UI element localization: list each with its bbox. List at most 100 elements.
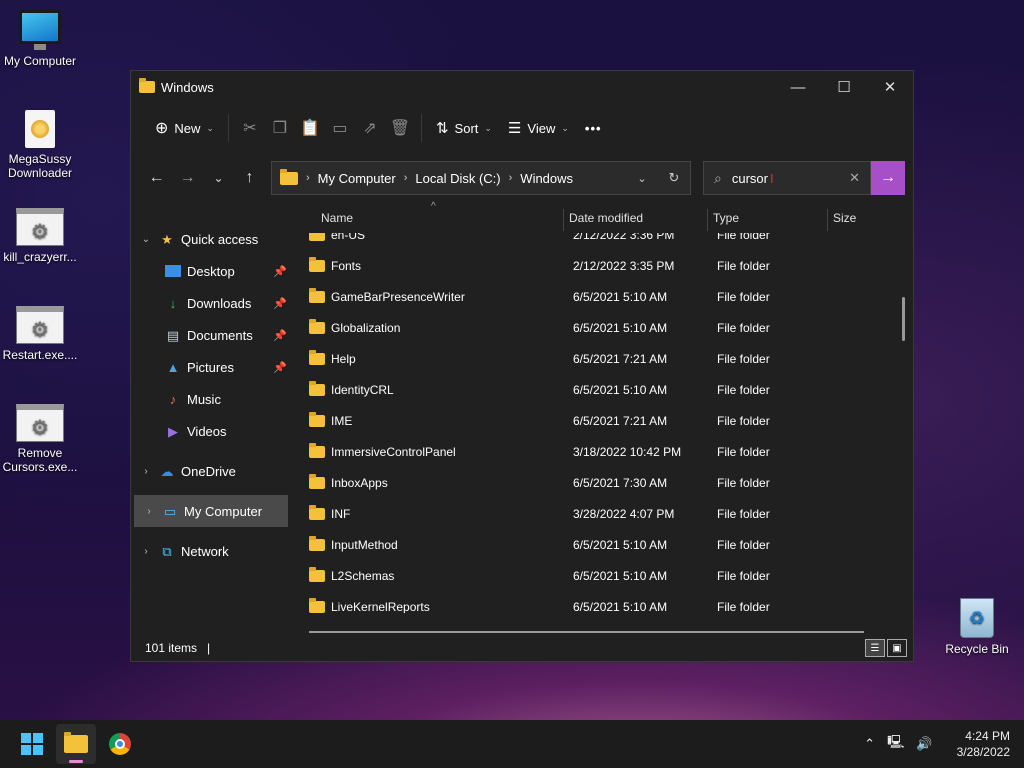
search-input[interactable]: ⌕ cursor I ✕ (703, 161, 871, 195)
tiles-view-icon[interactable]: ▣ (887, 639, 907, 657)
table-row[interactable]: INF 3/28/2022 4:07 PM File folder (291, 498, 913, 529)
minimize-button[interactable]: — (775, 71, 821, 103)
close-button[interactable]: ✕ (867, 71, 913, 103)
show-hidden-icons-chevron-icon[interactable]: ⌃ (864, 736, 875, 752)
maximize-button[interactable]: ☐ (821, 71, 867, 103)
table-row[interactable]: IdentityCRL 6/5/2021 5:10 AM File folder (291, 374, 913, 405)
clear-search-icon[interactable]: ✕ (849, 170, 860, 186)
sidebar-item-documents[interactable]: ▤ Documents 📌 (131, 319, 291, 351)
sidebar-item-downloads[interactable]: ↓ Downloads 📌 (131, 287, 291, 319)
new-button[interactable]: ⊕ New ⌄ (147, 112, 222, 144)
sidebar-item-my-computer[interactable]: › ▭ My Computer (134, 495, 288, 527)
desktop-icon-megasussy-downloader[interactable]: MegaSussy Downloader (0, 110, 80, 180)
column-header-name[interactable]: Name (321, 203, 353, 233)
file-type: File folder (717, 413, 770, 428)
column-header-type[interactable]: Type (713, 203, 739, 233)
view-button[interactable]: ☰ View ⌄ (500, 112, 577, 144)
navigation-bar: ← → ⌄ ↑ › My Computer › Local Disk (C:) … (131, 153, 913, 203)
chevron-right-icon[interactable]: › (139, 466, 153, 477)
refresh-icon[interactable]: ↻ (658, 170, 690, 186)
folder-icon (309, 233, 325, 241)
sidebar-item-label: Music (187, 391, 221, 407)
desktop-icon-restart[interactable]: ⚙ Restart.exe.... (0, 306, 80, 362)
desktop-icon-remove-cursors[interactable]: ⚙ Remove Cursors.exe... (0, 404, 80, 474)
breadcrumb-local-disk[interactable]: Local Disk (C:) (415, 171, 500, 186)
vertical-scrollbar[interactable] (902, 297, 905, 341)
status-separator: | (207, 641, 211, 655)
address-dropdown-icon[interactable]: ⌄ (626, 172, 658, 185)
horizontal-scrollbar[interactable] (309, 631, 864, 633)
table-row[interactable]: Help 6/5/2021 7:21 AM File folder (291, 343, 913, 374)
file-date-modified: 6/5/2021 5:10 AM (573, 599, 668, 614)
search-go-button[interactable]: → (871, 161, 905, 195)
table-row[interactable]: L2Schemas 6/5/2021 5:10 AM File folder (291, 560, 913, 591)
chevron-down-icon[interactable]: ⌄ (139, 234, 153, 245)
column-divider[interactable] (563, 209, 564, 231)
taskbar: ⌃ 🖳 🔊 4:24 PM 3/28/2022 (0, 720, 1024, 768)
desktop-icon-kill-crazyerror[interactable]: ⚙ kill_crazyerr... (0, 208, 80, 264)
table-row[interactable]: Fonts 2/12/2022 3:35 PM File folder (291, 250, 913, 281)
more-options-button[interactable]: ••• (577, 112, 610, 144)
sidebar-item-pictures[interactable]: ▲ Pictures 📌 (131, 351, 291, 383)
column-divider[interactable] (707, 209, 708, 231)
table-row[interactable]: LiveKernelReports 6/5/2021 5:10 AM File fo… (291, 591, 913, 613)
table-row[interactable]: ImmersiveControlPanel 3/18/2022 10:42 PM F… (291, 436, 913, 467)
download-icon: ↓ (169, 296, 177, 311)
exe-icon: ⚙ (16, 306, 64, 344)
file-date-modified: 6/5/2021 5:10 AM (573, 537, 668, 552)
network-status-icon[interactable]: 🖳 (887, 733, 904, 755)
clock[interactable]: 4:24 PM 3/28/2022 (957, 728, 1010, 760)
desktop-icon-my-computer[interactable]: My Computer (0, 10, 80, 68)
chevron-down-icon: ⌄ (484, 122, 492, 133)
folder-icon (280, 168, 298, 185)
title-bar[interactable]: Windows — ☐ ✕ (131, 71, 913, 103)
chevron-right-icon[interactable]: › (142, 506, 156, 517)
desktop-icon-recycle-bin[interactable]: ♻ Recycle Bin (942, 598, 1012, 656)
rename-icon[interactable]: ▭ (325, 118, 355, 138)
forward-arrow-icon[interactable]: → (172, 169, 203, 187)
folder-icon (309, 318, 325, 334)
table-row[interactable]: GameBarPresenceWriter 6/5/2021 5:10 AM Fil… (291, 281, 913, 312)
copy-icon[interactable]: ❐ (265, 118, 295, 138)
navigation-pane: ⌄ ★ Quick access Desktop 📌 ↓ Downloads 📌… (131, 203, 291, 635)
folder-icon (139, 78, 155, 93)
breadcrumb-windows[interactable]: Windows (520, 171, 573, 186)
sidebar-item-onedrive[interactable]: › ☁ OneDrive (131, 455, 291, 487)
address-bar[interactable]: › My Computer › Local Disk (C:) › Window… (271, 161, 691, 195)
table-row[interactable]: InputMethod 6/5/2021 5:10 AM File folder (291, 529, 913, 560)
column-divider[interactable] (827, 209, 828, 231)
share-icon[interactable]: ⇗ (355, 118, 385, 138)
table-row[interactable]: Globalization 6/5/2021 5:10 AM File folder (291, 312, 913, 343)
file-type: File folder (717, 506, 770, 521)
sidebar-item-label: My Computer (184, 503, 263, 519)
sort-button[interactable]: ⇅ Sort ⌄ (428, 112, 500, 144)
up-arrow-icon[interactable]: ↑ (234, 169, 265, 187)
sidebar-item-quick-access[interactable]: ⌄ ★ Quick access (131, 223, 291, 255)
breadcrumb-my-computer[interactable]: My Computer (318, 171, 396, 186)
sidebar-item-videos[interactable]: ▶ Videos (131, 415, 291, 447)
document-icon: ▤ (166, 328, 180, 343)
taskbar-chrome[interactable] (100, 724, 140, 764)
folder-icon (309, 504, 325, 520)
table-row[interactable]: InboxApps 6/5/2021 7:30 AM File folder (291, 467, 913, 498)
recent-locations-chevron-icon[interactable]: ⌄ (203, 171, 234, 185)
sidebar-item-desktop[interactable]: Desktop 📌 (131, 255, 291, 287)
details-view-icon[interactable]: ☰ (865, 639, 885, 657)
volume-icon[interactable]: 🔊 (916, 736, 932, 752)
sidebar-item-network[interactable]: › ⧉ Network (131, 535, 291, 567)
table-row[interactable]: en-US 2/12/2022 3:36 PM File folder (291, 233, 913, 250)
table-row[interactable]: IME 6/5/2021 7:21 AM File folder (291, 405, 913, 436)
column-header-size[interactable]: Size (833, 203, 856, 233)
taskbar-file-explorer[interactable] (56, 724, 96, 764)
sidebar-item-music[interactable]: ♪ Music (131, 383, 291, 415)
sidebar-item-label: Quick access (181, 231, 259, 247)
delete-icon[interactable]: 🗑 (385, 118, 415, 138)
folder-icon (309, 349, 325, 365)
start-button[interactable] (12, 724, 52, 764)
back-arrow-icon[interactable]: ← (141, 169, 172, 187)
paste-icon[interactable]: 📋 (295, 118, 325, 138)
cut-icon[interactable]: ✂ (235, 118, 265, 138)
column-header-label: Name (321, 211, 354, 225)
chevron-right-icon[interactable]: › (139, 546, 153, 557)
column-header-date-modified[interactable]: Date modified (569, 203, 643, 233)
